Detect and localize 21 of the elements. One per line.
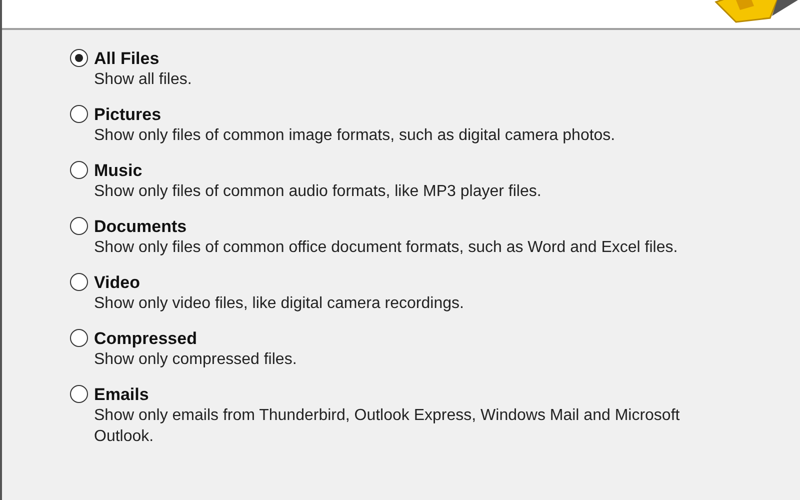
radio-button[interactable] [70,273,88,291]
option-description: Show only video files, like digital camera recordings. [94,294,464,314]
option-label: Compressed [94,328,198,349]
radio-button[interactable] [70,161,88,179]
option-label: Pictures [94,104,162,125]
radio-button[interactable] [70,329,88,347]
option-label: Documents [94,216,188,237]
option-label: Emails [94,384,150,405]
option-description: Show only files of common office document formats, such as Word and Excel files. [94,238,678,258]
radio-button[interactable] [70,217,88,235]
radio-button[interactable] [70,105,88,123]
radio-button[interactable] [70,49,88,67]
option-description: Show only compressed files. [94,350,297,370]
option-label: Music [94,160,144,181]
option-description: Show only emails from Thunderbird, Outlook Express, Windows Mail and Microsoft Outlook. [94,406,681,447]
radio-button[interactable] [70,385,88,403]
option-description: Show only files of common audio formats, like MP3 player files. [94,182,542,202]
option-label: Video [94,272,141,293]
option-description: Show all files. [94,70,192,90]
option-label: All Files [94,48,160,69]
option-description: Show only files of common image formats, such as digital camera photos. [94,126,616,146]
